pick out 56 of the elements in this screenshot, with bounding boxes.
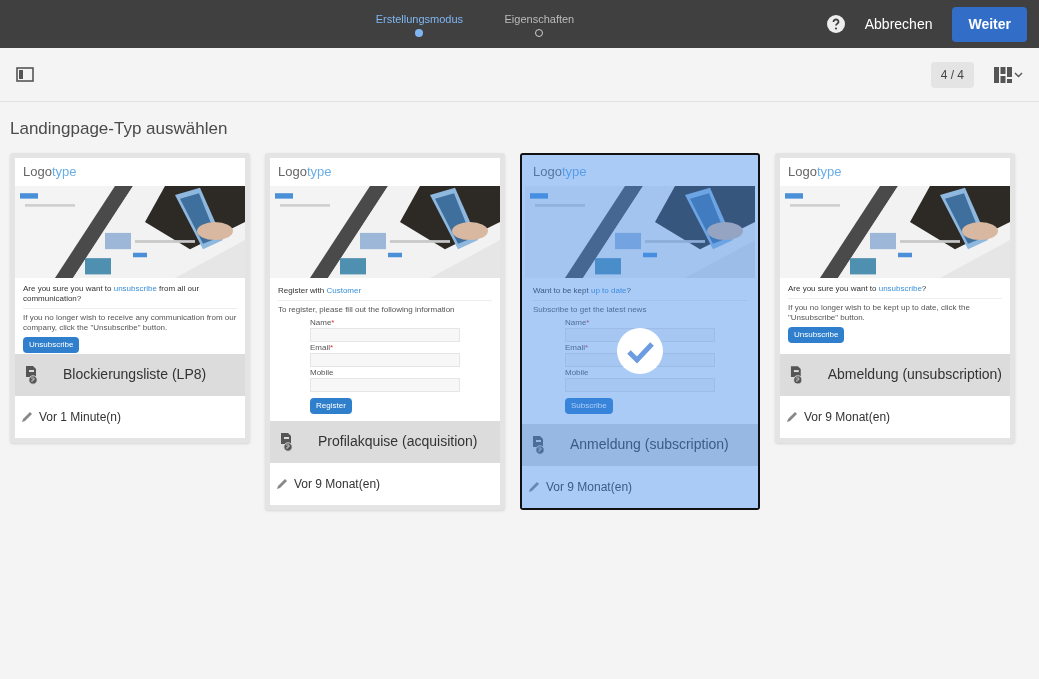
view-switcher-button[interactable] [994, 66, 1023, 83]
check-icon [616, 326, 664, 375]
preview-button: Unsubscribe [788, 326, 845, 343]
modified-time: Vor 9 Monat(en) [804, 408, 891, 426]
field-label: Mobile [565, 368, 589, 377]
preview-button: Register [310, 397, 352, 414]
preview-text: Subscribe to get the latest news [533, 304, 648, 315]
logo: Logotype [533, 162, 587, 181]
template-card[interactable]: Logotype Want to be kept up to date? Subscribe to get the latest news Name* Email* Mobile Subscribe Anmeldung (subscription) Vor 9 Monat(en) [520, 152, 760, 510]
page-globe-icon [23, 364, 39, 385]
preview-heading: Register with Customer [278, 285, 363, 296]
template-card[interactable]: Logotype Are you sure you want to unsubscribe? If you no longer wish to be kept up to date, click the "Unsubscribe" button. Unsubscribe Abmeldung (unsubscription) Vor 9 Monat(en) [775, 152, 1015, 443]
pencil-icon [528, 480, 540, 493]
modified-time: Vor 1 Minute(n) [39, 408, 122, 426]
card-title: Anmeldung (subscription) [570, 435, 729, 454]
preview-heading: Are you sure you want to unsubscribe from all our communication? [23, 283, 201, 304]
step-tab[interactable]: Erstellungsmodus [375, 10, 464, 28]
card-title: Abmeldung (unsubscription) [827, 365, 1002, 384]
required-mark: * [330, 343, 334, 352]
card-title: Blockierungsliste (LP8) [63, 365, 207, 384]
logo: Logotype [278, 162, 332, 181]
step-tab[interactable]: Eigenschaften [504, 10, 575, 28]
template-card[interactable]: Logotype Register with Customer To register, please fill out the following information Name* Email* Mobile Register Profilakquise (acquisition) Vor 9 Monat(en) [265, 152, 505, 510]
chevron-down-icon [1014, 71, 1023, 78]
field-label: Email [565, 343, 585, 352]
cancel-button[interactable]: Abbrechen [860, 13, 937, 35]
page-globe-icon [530, 434, 546, 455]
pencil-icon [21, 410, 33, 423]
required-mark: * [585, 343, 589, 352]
logo: Logotype [23, 162, 77, 181]
page-globe-icon [278, 431, 294, 452]
pencil-icon [276, 477, 288, 490]
modified-time: Vor 9 Monat(en) [546, 478, 633, 496]
help-icon[interactable] [826, 15, 845, 33]
preview-button: Unsubscribe [23, 336, 80, 353]
preview-heading: Are you sure you want to unsubscribe? [788, 283, 928, 294]
preview-heading: Want to be kept up to date? [533, 285, 632, 296]
preview-text: To register, please fill out the following information [278, 304, 456, 315]
required-mark: * [331, 318, 335, 327]
logo: Logotype [788, 162, 842, 181]
grid-view-icon [994, 66, 1012, 83]
modified-time: Vor 9 Monat(en) [294, 475, 381, 493]
template-card[interactable] [10, 152, 250, 443]
card-title: Profilakquise (acquisition) [318, 432, 478, 451]
next-button[interactable]: Weiter [952, 6, 1027, 42]
page-globe-icon [788, 364, 804, 385]
field-label: Email [310, 343, 330, 352]
preview-button: Subscribe [565, 397, 613, 414]
field-label: Mobile [310, 368, 334, 377]
required-mark: * [586, 318, 590, 327]
sidebar-toggle-icon[interactable] [16, 67, 34, 82]
page-heading: Landingpage-Typ auswählen [9, 118, 229, 140]
preview-text: If you no longer wish to receive any communication from our company, click the "Unsubscribe" button. [23, 312, 237, 333]
preview-text: If you no longer wish to be kept up to date, click the "Unsubscribe" button. [788, 302, 971, 323]
count-badge: 4 / 4 [930, 61, 974, 88]
pencil-icon [786, 410, 798, 423]
